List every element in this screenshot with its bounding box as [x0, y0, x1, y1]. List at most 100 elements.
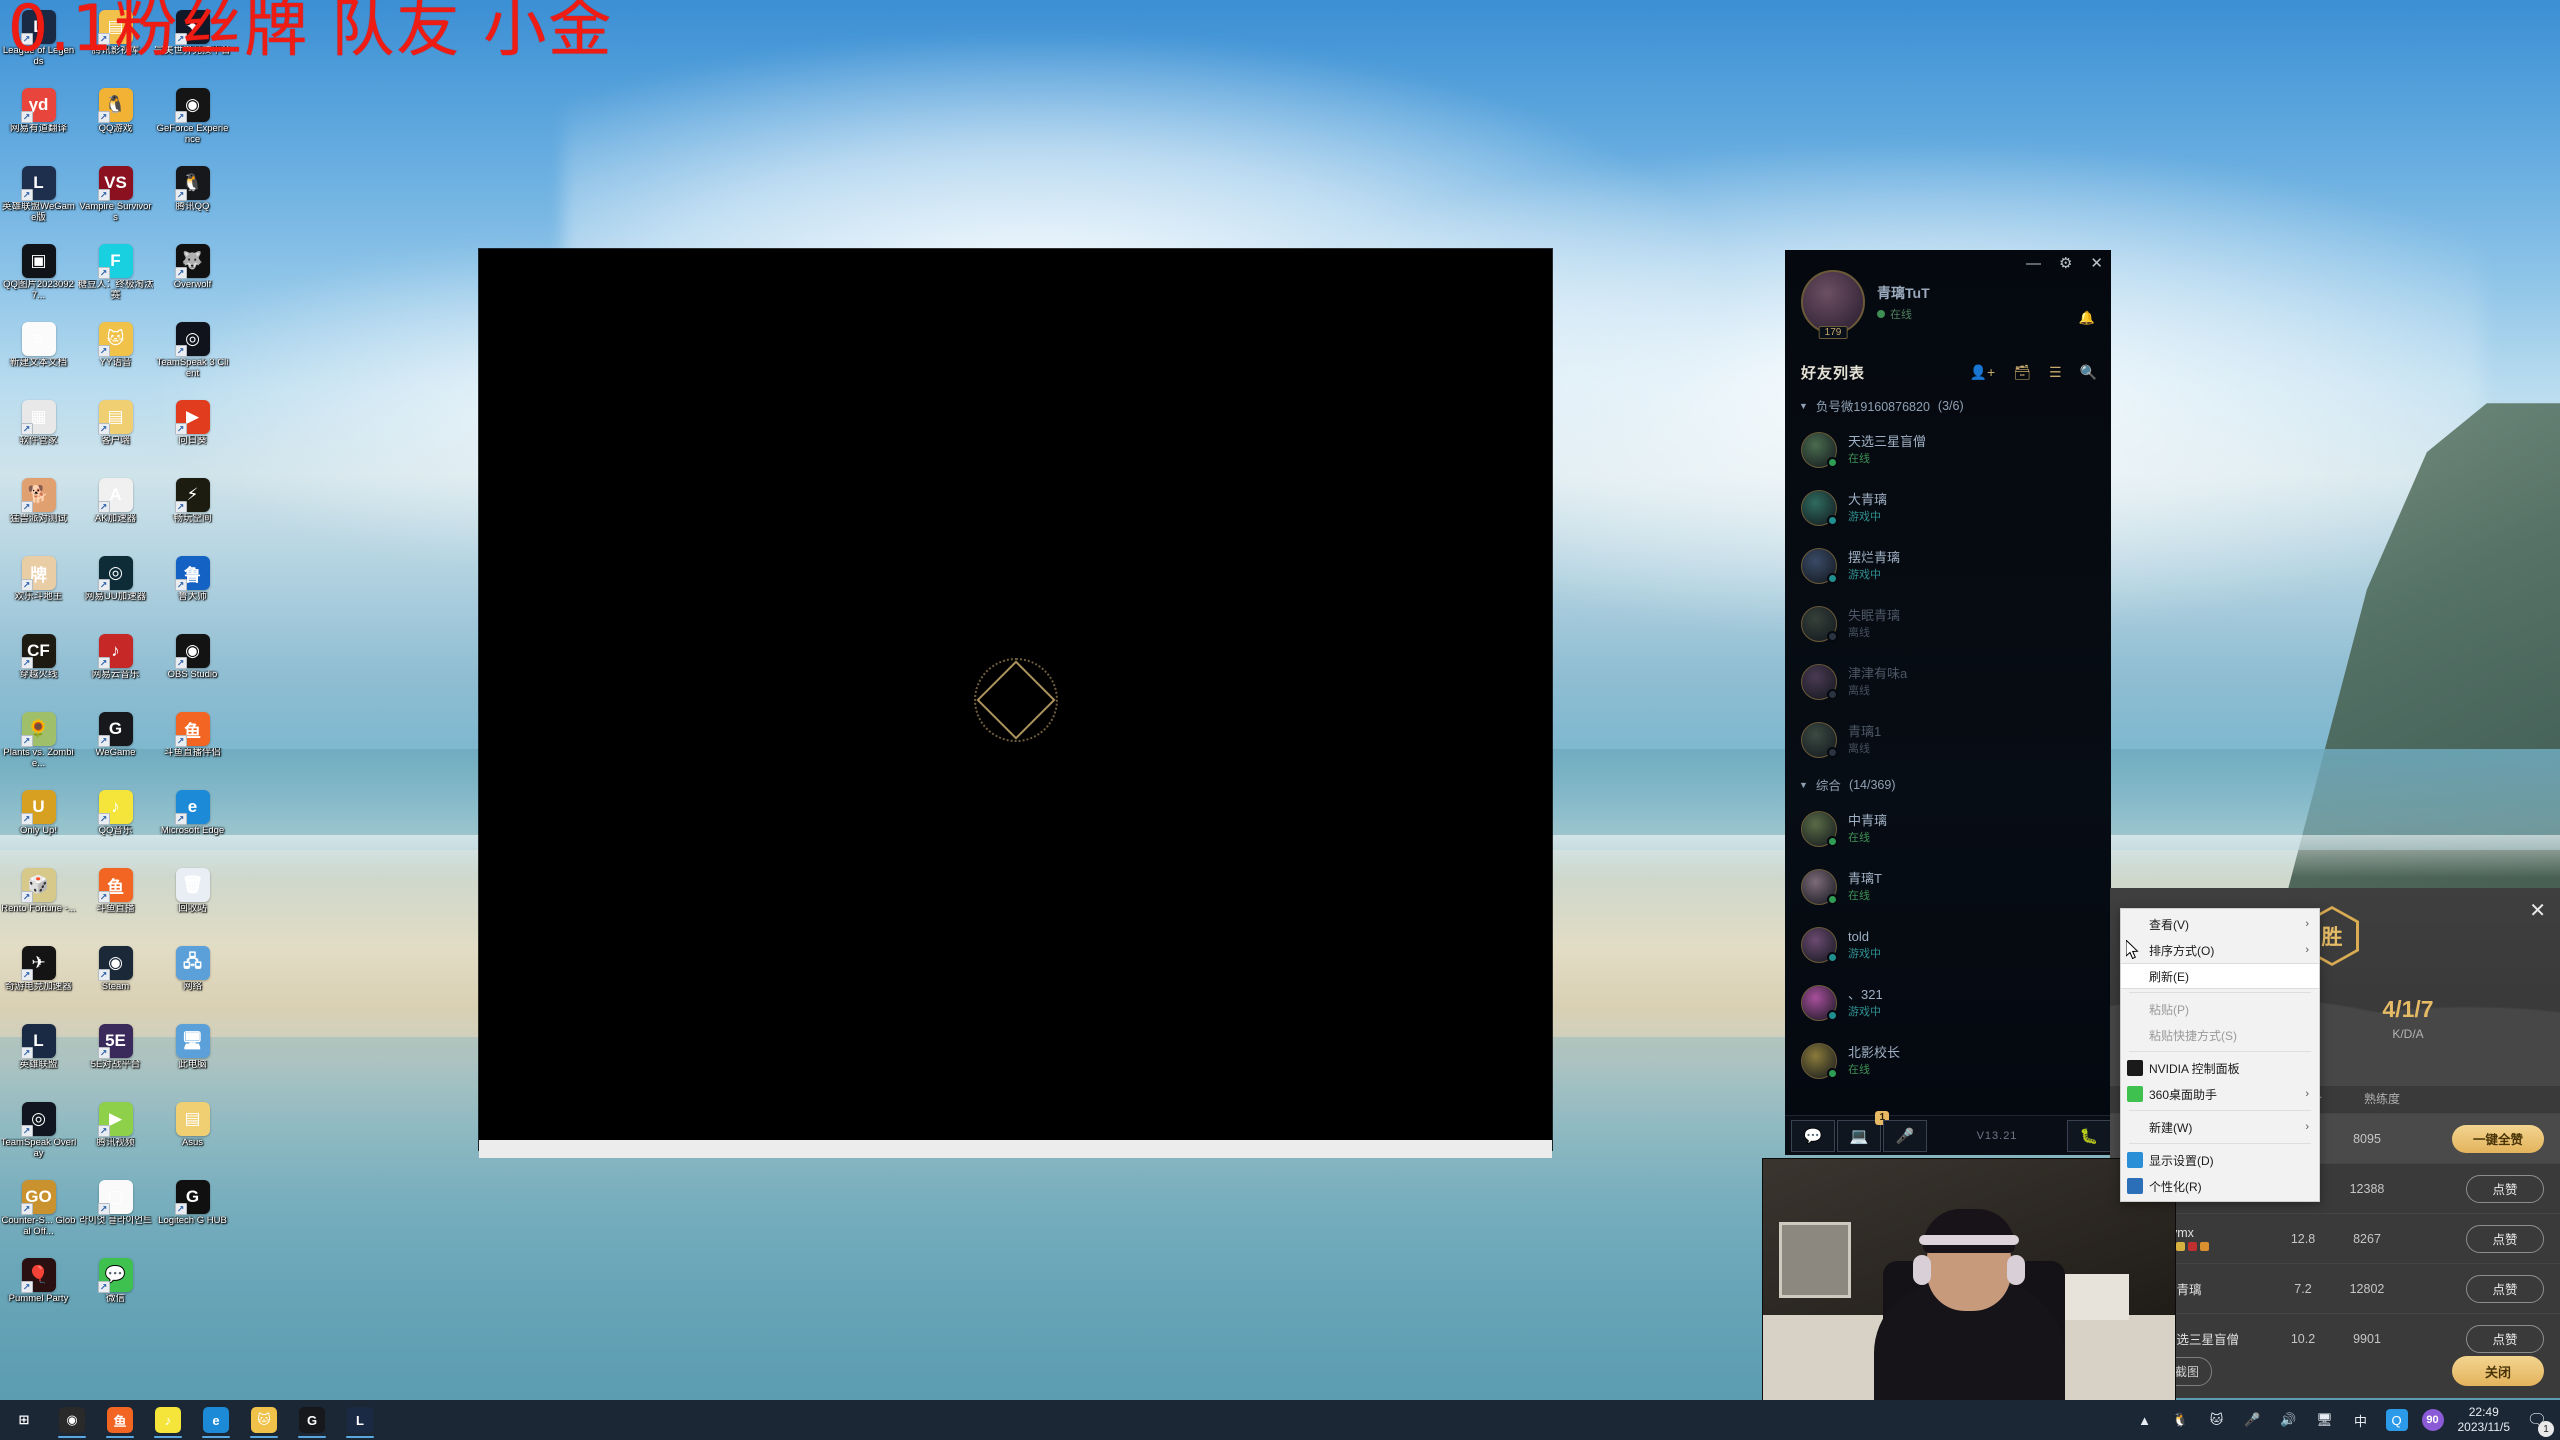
friend-list-item[interactable]: 中青璃 在线 — [1785, 800, 2111, 858]
windows-start-icon[interactable]: ⊞ — [0, 1400, 48, 1440]
desktop-icon[interactable]: A ↗ AK加速器 — [77, 474, 154, 552]
context-menu-item[interactable]: 360桌面助手 › — [2121, 1081, 2319, 1107]
context-menu-item[interactable]: 排序方式(O) › — [2121, 937, 2319, 963]
qq-browser-tray-icon[interactable]: Q — [2385, 1409, 2408, 1431]
add-friend-icon[interactable]: 👤+ — [1970, 364, 1996, 381]
desktop-icon[interactable]: GO ↗ Counter-S... Global Off... — [0, 1176, 77, 1254]
game-capture-window[interactable] — [479, 249, 1552, 1150]
search-icon[interactable]: 🔍 — [2080, 364, 2097, 381]
avatar[interactable] — [1801, 664, 1838, 700]
friend-list-item[interactable]: 北影校长 在线 — [1785, 1032, 2111, 1090]
avatar[interactable] — [1801, 490, 1838, 526]
desktop-icon[interactable]: ♪ ↗ QQ音乐 — [77, 786, 154, 864]
gear-icon[interactable]: ⚙ — [2059, 256, 2072, 271]
honor-all-button[interactable]: 一键全赞 — [2452, 1124, 2544, 1153]
windows-taskbar[interactable]: ⊞ ◉ 鱼 ♪ e 🐱 G L ▲ 🐧 🐱 🎤 🔊 🖥 中 Q 90 22:49 2023/1… — [0, 1400, 2560, 1440]
microphone-tray-icon[interactable]: 🎤 — [2242, 1409, 2264, 1431]
desktop-icon[interactable]: ▦ ↗ 软件管家 — [0, 396, 77, 474]
360-tray-icon[interactable]: 90 — [2421, 1409, 2444, 1431]
desktop-icon[interactable]: ≡ 新建文本文档 — [0, 318, 77, 396]
desktop-icon[interactable]: 牌 ↗ 欢乐斗地主 — [0, 552, 77, 630]
avatar[interactable] — [1801, 811, 1838, 847]
desktop-icon[interactable]: G ↗ Logitech G HUB — [154, 1176, 231, 1254]
desktop-icon[interactable]: 5E ↗ 5E对战平台 — [77, 1020, 154, 1098]
yy-voice-icon[interactable]: 🐱 — [240, 1400, 288, 1440]
friend-list-item[interactable]: 青璃T 在线 — [1785, 858, 2111, 916]
qq-music-icon[interactable]: ♪ — [144, 1400, 192, 1440]
avatar[interactable] — [1801, 869, 1838, 905]
qq-tray-icon[interactable]: 🐧 — [2170, 1409, 2192, 1431]
desktop-icon[interactable]: ▤ Asus — [154, 1098, 231, 1176]
avatar[interactable] — [1801, 432, 1838, 468]
league-of-legends-icon[interactable]: L — [336, 1400, 384, 1440]
desktop-icon[interactable]: 🐱 ↗ YY语音 — [77, 318, 154, 396]
honor-button[interactable]: 点赞 — [2466, 1174, 2544, 1203]
chevron-down-icon[interactable]: ▼ — [1799, 401, 1808, 411]
chat-icon[interactable]: 💬 — [1791, 1119, 1835, 1152]
friend-list-item[interactable]: 大青璃 游戏中 — [1785, 479, 2111, 537]
desktop-icon[interactable]: ▶ ↗ 向日葵 — [154, 396, 231, 474]
desktop-icon[interactable]: 🎲 ↗ Rento Fortune -... — [0, 864, 77, 942]
shop-icon[interactable]: 💻 1 — [1837, 1110, 1889, 1152]
desktop-icon[interactable]: VS ↗ Vampire Survivors — [77, 162, 154, 240]
desktop-icon[interactable]: 🐧 ↗ QQ游戏 — [77, 84, 154, 162]
desktop-icon[interactable]: L ↗ 英雄联盟WeGame版 — [0, 162, 77, 240]
desktop-icon[interactable]: ◎ ↗ TeamSpeak Overlay — [0, 1098, 77, 1176]
desktop-icon[interactable]: ▶ ↗ 腾讯视频 — [77, 1098, 154, 1176]
network-tray-icon[interactable]: 🖥 — [2314, 1409, 2336, 1431]
desktop-icon[interactable]: ◉ ↗ Steam — [77, 942, 154, 1020]
microsoft-edge-icon[interactable]: e — [192, 1400, 240, 1440]
taskbar-clock[interactable]: 22:49 2023/11/5 — [2458, 1405, 2511, 1435]
friend-group-header[interactable]: ▼ 综合 (14/369) — [1785, 769, 2111, 800]
context-menu-item[interactable]: 个性化(R) — [2121, 1173, 2319, 1199]
desktop-icon[interactable]: e ↗ Microsoft Edge — [154, 786, 231, 864]
desktop-icon[interactable]: 🐕 ↗ 猛兽派对测试 — [0, 474, 77, 552]
friends-list-scroll[interactable]: ▼ 负号微19160876820 (3/6) 天选三星盲僧 在线 大青璃 游戏中 摆烂青璃 游戏… — [1785, 390, 2111, 1108]
close-icon[interactable]: ✕ — [2529, 898, 2546, 923]
desktop-icon[interactable]: ♪ ↗ 网易云音乐 — [77, 630, 154, 708]
desktop-icon[interactable]: CF ↗ 穿越火线 — [0, 630, 77, 708]
honor-button[interactable]: 点赞 — [2466, 1274, 2544, 1303]
avatar[interactable]: 179 — [1801, 270, 1865, 339]
desktop-icon[interactable]: 🌻 ↗ Plants vs. Zombie... — [0, 708, 77, 786]
desktop-context-menu[interactable]: 查看(V) › 排序方式(O) › 刷新(E) 粘贴(P) 粘贴快捷方式(S) NVIDIA … — [2120, 908, 2320, 1202]
context-menu-item[interactable]: 查看(V) › — [2121, 911, 2319, 937]
notification-bell-icon[interactable]: 🔔 — [2079, 310, 2095, 326]
desktop-icon[interactable]: ▤ ↗ 客户端 — [77, 396, 154, 474]
context-menu-item[interactable]: 新建(W) › — [2121, 1114, 2319, 1140]
desktop-icon[interactable]: 鱼 ↗ 斗鱼直播伴侣 — [154, 708, 231, 786]
desktop-icon[interactable]: 🗑 回收站 — [154, 864, 231, 942]
desktop-icon[interactable]: ◎ ↗ TeamSpeak 3 Client — [154, 318, 231, 396]
close-icon[interactable]: ✕ — [2090, 256, 2103, 271]
tray-overflow-icon[interactable]: ▲ — [2134, 1409, 2156, 1431]
douyu-live-icon[interactable]: 鱼 — [96, 1400, 144, 1440]
friend-list-item[interactable]: 失眠青璃 离线 — [1785, 595, 2111, 653]
avatar[interactable] — [1801, 548, 1838, 584]
desktop-icon[interactable]: F ↗ 糖豆人：终极淘汰赛 — [77, 240, 154, 318]
desktop-icon[interactable]: G ↗ WeGame — [77, 708, 154, 786]
desktop-icon[interactable]: 鲁 ↗ 鲁大师 — [154, 552, 231, 630]
avatar[interactable] — [1801, 985, 1838, 1021]
desktop-icon[interactable]: U ↗ Only Up! — [0, 786, 77, 864]
desktop-icon[interactable]: 🖥 此电脑 — [154, 1020, 231, 1098]
create-group-icon[interactable]: 🗃 — [2013, 364, 2031, 381]
friend-group-header[interactable]: ▼ 负号微19160876820 (3/6) — [1785, 390, 2111, 421]
context-menu-item[interactable]: NVIDIA 控制面板 — [2121, 1055, 2319, 1081]
desktop-icon[interactable]: ✈ ↗ 奇游电竞加速器 — [0, 942, 77, 1020]
minimize-icon[interactable]: — — [2026, 256, 2041, 271]
desktop-icon[interactable]: 🐧 ↗ 腾讯QQ — [154, 162, 231, 240]
friend-list-item[interactable]: 摆烂青璃 游戏中 — [1785, 537, 2111, 595]
context-menu-item[interactable]: 刷新(E) — [2121, 963, 2319, 989]
user-profile[interactable]: 179 青璃TuT 在线 — [1801, 270, 1930, 339]
obs-studio-icon[interactable]: ◉ — [48, 1400, 96, 1440]
desktop-icon[interactable]: ▢ ↗ 라이엇 클라이언트 — [77, 1176, 154, 1254]
desktop-icon[interactable]: L ↗ 英雄联盟 — [0, 1020, 77, 1098]
desktop-icon[interactable]: 💬 ↗ 微信 — [77, 1254, 154, 1332]
desktop-icon[interactable]: yd ↗ 网易有道翻译 — [0, 84, 77, 162]
desktop-icon[interactable]: ◎ ↗ 网易UU加速器 — [77, 552, 154, 630]
desktop-icon[interactable]: 鱼 ↗ 斗鱼直播 — [77, 864, 154, 942]
desktop-icon[interactable]: ◉ ↗ OBS Studio — [154, 630, 231, 708]
desktop-icon[interactable]: 🖧 网络 — [154, 942, 231, 1020]
list-view-icon[interactable]: ☰ — [2049, 364, 2062, 381]
league-client-friends-window[interactable]: — ⚙ ✕ 179 青璃TuT 在线 🔔 好友列表 👤+ 🗃 ☰ 🔍 ▼ 负号微1… — [1785, 250, 2111, 1155]
